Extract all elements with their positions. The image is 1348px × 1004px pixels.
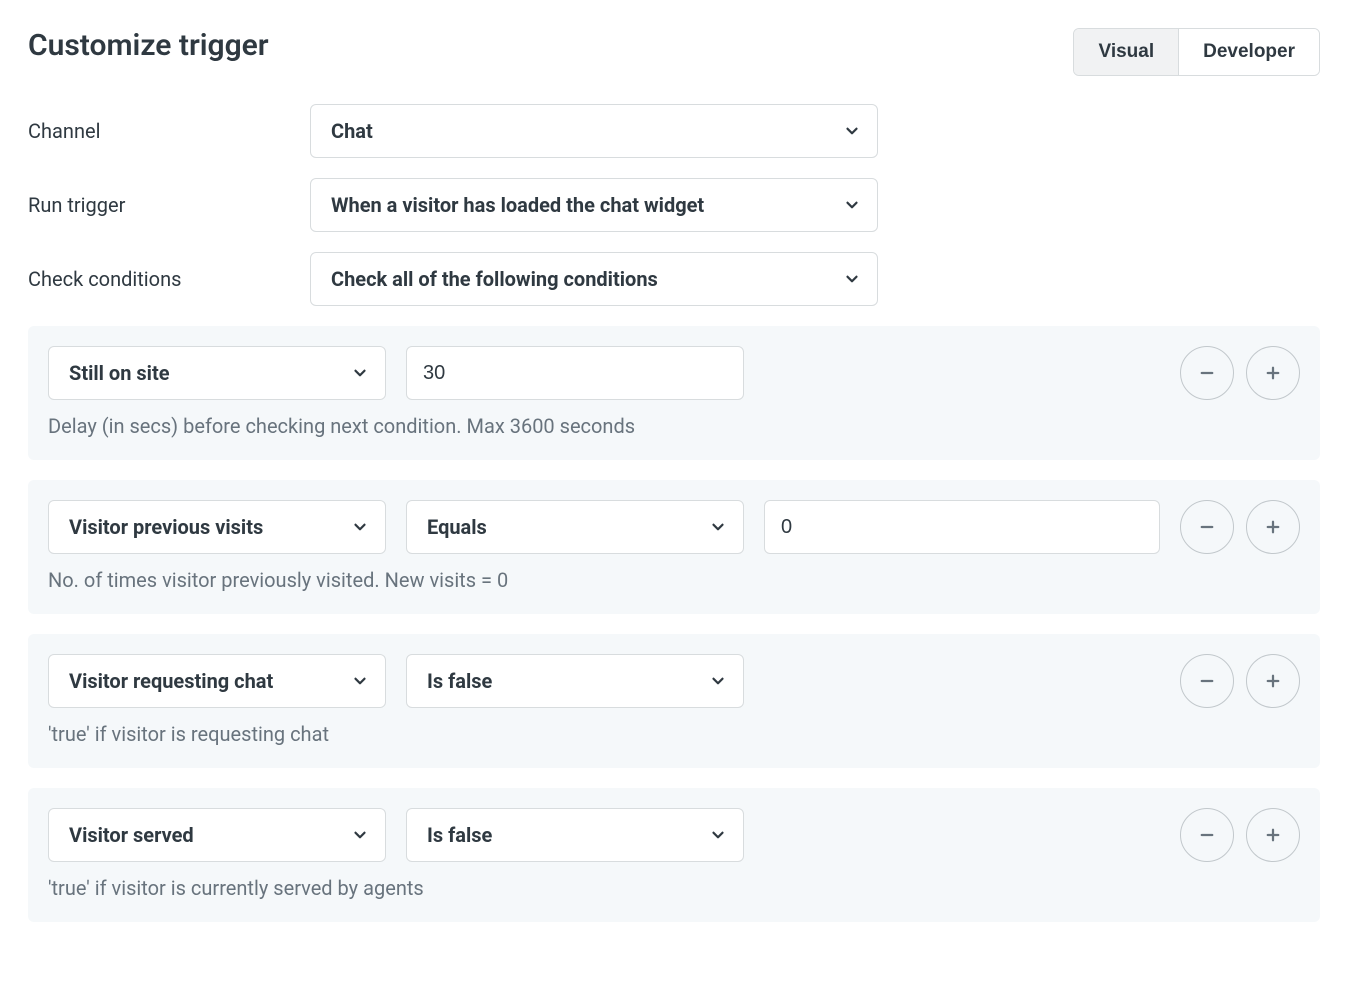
minus-icon <box>1198 826 1216 844</box>
condition-operator-select[interactable]: Equals <box>406 500 744 554</box>
plus-icon <box>1264 364 1282 382</box>
condition-help-text: 'true' if visitor is requesting chat <box>48 722 1300 746</box>
condition-field-select[interactable]: Still on site <box>48 346 386 400</box>
condition-card: Still on site Delay (in secs) before che… <box>28 326 1320 460</box>
channel-select[interactable]: Chat <box>310 104 878 158</box>
condition-help-text: No. of times visitor previously visited.… <box>48 568 1300 592</box>
check-conditions-select[interactable]: Check all of the following conditions <box>310 252 878 306</box>
condition-value-input[interactable] <box>764 500 1160 554</box>
condition-card: Visitor served Is false 'true' i <box>28 788 1320 922</box>
condition-field-value: Visitor previous visits <box>69 515 263 539</box>
chevron-down-icon <box>709 518 727 536</box>
chevron-down-icon <box>351 364 369 382</box>
condition-operator-value: Is false <box>427 669 492 693</box>
run-trigger-label: Run trigger <box>28 193 310 217</box>
condition-field-value: Visitor requesting chat <box>69 669 273 693</box>
chevron-down-icon <box>709 672 727 690</box>
remove-condition-button[interactable] <box>1180 346 1234 400</box>
condition-field-select[interactable]: Visitor requesting chat <box>48 654 386 708</box>
condition-help-text: 'true' if visitor is currently served by… <box>48 876 1300 900</box>
condition-operator-select[interactable]: Is false <box>406 808 744 862</box>
condition-field-select[interactable]: Visitor served <box>48 808 386 862</box>
chevron-down-icon <box>351 518 369 536</box>
chevron-down-icon <box>843 270 861 288</box>
remove-condition-button[interactable] <box>1180 808 1234 862</box>
condition-field-select[interactable]: Visitor previous visits <box>48 500 386 554</box>
condition-card: Visitor previous visits Equals <box>28 480 1320 614</box>
condition-operator-select[interactable]: Is false <box>406 654 744 708</box>
plus-icon <box>1264 518 1282 536</box>
condition-card: Visitor requesting chat Is false <box>28 634 1320 768</box>
minus-icon <box>1198 672 1216 690</box>
add-condition-button[interactable] <box>1246 346 1300 400</box>
chevron-down-icon <box>351 826 369 844</box>
remove-condition-button[interactable] <box>1180 500 1234 554</box>
add-condition-button[interactable] <box>1246 808 1300 862</box>
run-trigger-select[interactable]: When a visitor has loaded the chat widge… <box>310 178 878 232</box>
minus-icon <box>1198 364 1216 382</box>
chevron-down-icon <box>709 826 727 844</box>
minus-icon <box>1198 518 1216 536</box>
check-conditions-label: Check conditions <box>28 267 310 291</box>
channel-label: Channel <box>28 119 310 143</box>
page-title: Customize trigger <box>28 28 269 63</box>
check-conditions-select-value: Check all of the following conditions <box>331 267 658 291</box>
condition-field-value: Still on site <box>69 361 170 385</box>
view-mode-toggle: Visual Developer <box>1073 28 1320 76</box>
add-condition-button[interactable] <box>1246 500 1300 554</box>
run-trigger-select-value: When a visitor has loaded the chat widge… <box>331 193 704 217</box>
plus-icon <box>1264 826 1282 844</box>
tab-visual[interactable]: Visual <box>1074 29 1178 75</box>
chevron-down-icon <box>843 196 861 214</box>
tab-developer[interactable]: Developer <box>1178 29 1319 75</box>
condition-operator-value: Equals <box>427 515 487 539</box>
condition-operator-value: Is false <box>427 823 492 847</box>
condition-help-text: Delay (in secs) before checking next con… <box>48 414 1300 438</box>
channel-select-value: Chat <box>331 119 373 143</box>
condition-field-value: Visitor served <box>69 823 194 847</box>
condition-value-input[interactable] <box>406 346 744 400</box>
add-condition-button[interactable] <box>1246 654 1300 708</box>
remove-condition-button[interactable] <box>1180 654 1234 708</box>
plus-icon <box>1264 672 1282 690</box>
chevron-down-icon <box>843 122 861 140</box>
chevron-down-icon <box>351 672 369 690</box>
